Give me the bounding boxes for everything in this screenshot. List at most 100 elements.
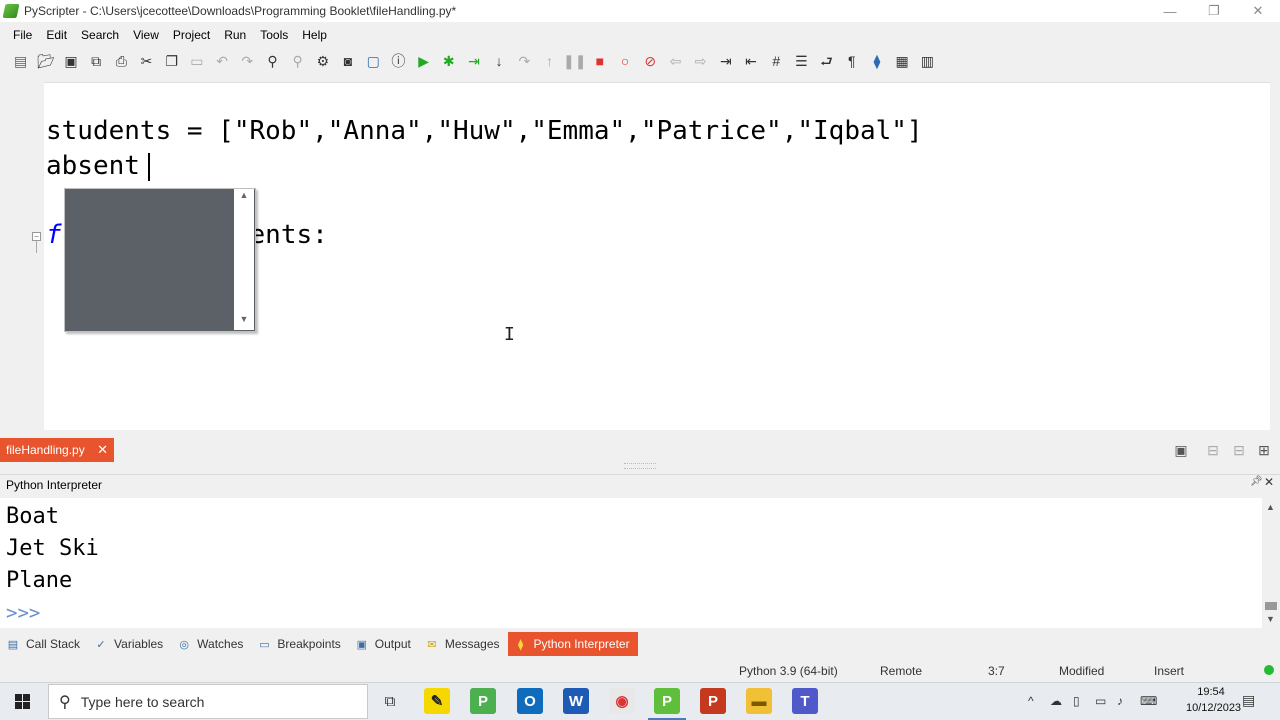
layout-icon[interactable]: ▦ bbox=[892, 51, 912, 71]
indent-icon[interactable]: ⇥ bbox=[716, 51, 736, 71]
maximize-button[interactable]: ❐ bbox=[1192, 0, 1236, 22]
pilcrow-icon[interactable]: ¶ bbox=[842, 51, 862, 71]
outlook-icon[interactable]: O bbox=[517, 688, 543, 714]
tab-list-icon[interactable]: ▣ bbox=[1172, 441, 1190, 459]
menu-view[interactable]: View bbox=[126, 28, 166, 42]
save-icon[interactable]: ▣ bbox=[61, 51, 81, 71]
show-hidden-icons-icon[interactable]: ^ bbox=[1028, 694, 1034, 708]
stop-icon[interactable]: ■ bbox=[590, 51, 610, 71]
menu-file[interactable]: File bbox=[6, 28, 39, 42]
screen-icon[interactable]: ▢ bbox=[363, 51, 383, 71]
tab-file[interactable]: fileHandling.py ✕ bbox=[0, 438, 114, 462]
scroll-down-icon[interactable]: ▼ bbox=[1266, 614, 1275, 624]
tab-variables[interactable]: ✓ Variables bbox=[88, 632, 171, 656]
teams-icon[interactable]: T bbox=[792, 688, 818, 714]
find-icon[interactable]: ⚲ bbox=[262, 51, 282, 71]
interpreter-prompt[interactable]: >>> bbox=[6, 602, 40, 624]
pyscripter-active-icon[interactable]: P bbox=[648, 688, 686, 720]
wifi-icon[interactable]: ▯ bbox=[1073, 694, 1080, 708]
tab-prev-icon[interactable]: ⊟ bbox=[1204, 441, 1222, 459]
step-out-icon[interactable]: ↑ bbox=[540, 51, 560, 71]
screenshot-icon[interactable]: ◙ bbox=[338, 51, 358, 71]
clear-breakpoints-icon[interactable]: ⊘ bbox=[640, 51, 660, 71]
status-engine[interactable]: Remote bbox=[880, 664, 922, 678]
find-in-files-icon[interactable]: ⚲ bbox=[288, 51, 308, 71]
code-line-1[interactable]: students = ["Rob","Anna","Huw","Emma","P… bbox=[46, 116, 923, 146]
tab-output[interactable]: ▣ Output bbox=[349, 632, 419, 656]
tab-watches[interactable]: ◎ Watches bbox=[171, 632, 251, 656]
editor-gutter[interactable] bbox=[30, 82, 44, 430]
taskbar-search-box[interactable]: ⚲ Type here to search bbox=[48, 684, 368, 719]
tab-messages[interactable]: ✉ Messages bbox=[419, 632, 508, 656]
pin-icon[interactable]: 📌︎ bbox=[1250, 476, 1264, 490]
word-wrap-icon[interactable]: ⮐ bbox=[817, 51, 837, 71]
start-button[interactable] bbox=[0, 682, 44, 720]
list-icon[interactable]: ☰ bbox=[791, 51, 811, 71]
scroll-up-icon[interactable]: ▲ bbox=[234, 190, 254, 204]
pause-icon[interactable]: ❚❚ bbox=[563, 51, 586, 71]
menu-edit[interactable]: Edit bbox=[39, 28, 74, 42]
run-to-cursor-icon[interactable]: ⇥ bbox=[464, 51, 484, 71]
comment-icon[interactable]: # bbox=[766, 51, 786, 71]
copy-icon[interactable]: ❐ bbox=[162, 51, 182, 71]
menu-run[interactable]: Run bbox=[217, 28, 253, 42]
menu-project[interactable]: Project bbox=[166, 28, 217, 42]
tab-next-icon[interactable]: ⊟ bbox=[1230, 441, 1248, 459]
scroll-up-icon[interactable]: ▲ bbox=[1266, 502, 1275, 512]
debug-icon[interactable]: ✱ bbox=[439, 51, 459, 71]
scroll-down-icon[interactable]: ▼ bbox=[234, 314, 254, 328]
tab-breakpoints[interactable]: ▭ Breakpoints bbox=[251, 632, 348, 656]
tab-python-interpreter[interactable]: ⧫ Python Interpreter bbox=[507, 632, 638, 656]
breakpoint-icon[interactable]: ○ bbox=[615, 51, 635, 71]
undo-icon[interactable]: ↶ bbox=[212, 51, 232, 71]
step-over-icon[interactable]: ↷ bbox=[514, 51, 534, 71]
splitter-grip[interactable] bbox=[624, 463, 656, 469]
run-icon[interactable]: ▶ bbox=[414, 51, 434, 71]
python-icon[interactable]: ⧫ bbox=[867, 51, 887, 71]
forward-icon[interactable]: ⇨ bbox=[691, 51, 711, 71]
volume-icon[interactable]: ♪ bbox=[1117, 694, 1123, 708]
sticky-notes-icon[interactable]: ✎ bbox=[424, 688, 450, 714]
step-into-icon[interactable]: ↓ bbox=[489, 51, 509, 71]
open-file-icon[interactable]: 📂︎ bbox=[36, 51, 56, 71]
keyboard-icon[interactable]: ⌨ bbox=[1140, 694, 1157, 708]
battery-icon[interactable]: ▭ bbox=[1095, 694, 1106, 708]
info-icon[interactable]: ⓘ bbox=[388, 51, 408, 71]
clock-time[interactable]: 19:54 bbox=[1186, 686, 1236, 698]
chrome-icon[interactable]: ◉ bbox=[609, 688, 635, 714]
layout-menu-icon[interactable]: ▥ bbox=[917, 51, 937, 71]
new-tab-icon[interactable]: ⊞ bbox=[1255, 441, 1273, 459]
replace-icon[interactable]: ⚙ bbox=[313, 51, 333, 71]
minimize-button[interactable]: — bbox=[1148, 0, 1192, 22]
word-icon[interactable]: W bbox=[563, 688, 589, 714]
code-line-2[interactable]: absent bbox=[46, 151, 140, 181]
save-all-icon[interactable]: ⧉ bbox=[86, 51, 106, 71]
autocomplete-popup[interactable] bbox=[64, 188, 256, 332]
network-icon[interactable]: ☁ bbox=[1050, 694, 1062, 708]
autocomplete-scrollbar[interactable] bbox=[234, 189, 254, 330]
menu-tools[interactable]: Tools bbox=[253, 28, 295, 42]
clock-date[interactable]: 10/12/2023 bbox=[1186, 702, 1241, 714]
menu-search[interactable]: Search bbox=[74, 28, 126, 42]
close-window-button[interactable]: ✕ bbox=[1236, 0, 1280, 22]
menu-help[interactable]: Help bbox=[295, 28, 334, 42]
new-file-icon[interactable]: ▤ bbox=[11, 51, 31, 71]
cut-icon[interactable]: ✂ bbox=[137, 51, 157, 71]
powerpoint-icon[interactable]: P bbox=[700, 688, 726, 714]
fold-collapse-icon[interactable]: − bbox=[32, 232, 41, 241]
scroll-thumb[interactable] bbox=[1265, 602, 1277, 610]
tab-call-stack[interactable]: ▤ Call Stack bbox=[0, 632, 88, 656]
pyscripter-taskbar-icon[interactable]: P bbox=[470, 688, 496, 714]
paste-icon[interactable]: ▭ bbox=[187, 51, 207, 71]
interpreter-console[interactable] bbox=[0, 498, 1262, 628]
file-explorer-icon[interactable]: ▬ bbox=[746, 688, 772, 714]
dedent-icon[interactable]: ⇤ bbox=[741, 51, 761, 71]
print-icon[interactable]: ⎙ bbox=[111, 51, 131, 71]
redo-icon[interactable]: ↷ bbox=[237, 51, 257, 71]
close-panel-icon[interactable]: ✕ bbox=[1264, 475, 1278, 489]
interpreter-scrollbar[interactable]: ▲ ▼ bbox=[1262, 498, 1280, 628]
notifications-icon[interactable]: ▤ bbox=[1242, 692, 1255, 709]
task-view-icon[interactable]: ⧉ bbox=[377, 688, 403, 714]
close-tab-icon[interactable]: ✕ bbox=[97, 442, 108, 458]
back-icon[interactable]: ⇦ bbox=[665, 51, 685, 71]
